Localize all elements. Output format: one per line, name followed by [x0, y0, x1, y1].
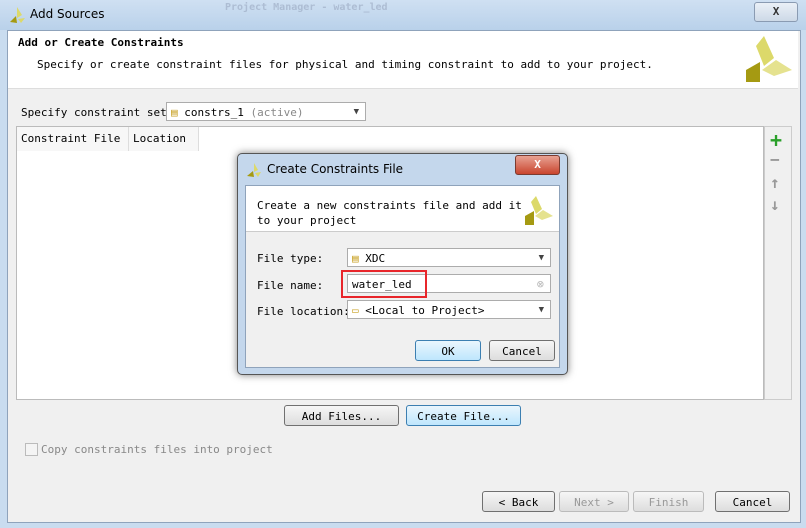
cancel-button[interactable]: Cancel [715, 491, 790, 512]
dialog-description-line1: Create a new constraints file and add it [257, 199, 522, 212]
clear-icon[interactable]: ⊗ [537, 275, 544, 294]
file-name-label: File name: [257, 279, 324, 292]
add-files-button[interactable]: Add Files... [284, 405, 399, 426]
vivado-logo-icon [10, 7, 25, 23]
constraint-set-value: constrs_1 [184, 106, 244, 119]
dialog-close-button[interactable]: X [515, 155, 560, 175]
copy-constraints-checkbox[interactable] [25, 443, 38, 456]
dialog-cancel-button[interactable]: Cancel [489, 340, 555, 361]
copy-constraints-label: Copy constraints files into project [41, 443, 273, 456]
chevron-down-icon: ▼ [353, 107, 359, 117]
next-button[interactable]: Next > [559, 491, 629, 512]
title-bar [0, 0, 806, 30]
page-subtitle: Specify or create constraint files for p… [37, 58, 653, 71]
vivado-logo-icon [247, 163, 261, 177]
create-constraints-dialog: Create Constraints File X Create a new c… [237, 153, 568, 375]
xilinx-logo-icon [746, 36, 792, 82]
finish-button[interactable]: Finish [633, 491, 704, 512]
remove-icon[interactable]: − [770, 150, 780, 169]
constraint-set-label: Specify constraint set: [21, 106, 174, 119]
folder-icon: ▭ [352, 304, 359, 317]
ok-button[interactable]: OK [415, 340, 481, 361]
move-up-icon[interactable]: ↑ [770, 173, 780, 192]
page-title: Add or Create Constraints [18, 36, 184, 49]
column-header-constraint-file[interactable]: Constraint File [17, 127, 129, 151]
chevron-down-icon: ▼ [538, 253, 544, 263]
window-title: Add Sources [30, 7, 105, 21]
dialog-description-line2: to your project [257, 214, 357, 227]
constraint-set-suffix: (active) [250, 106, 304, 119]
column-header-location[interactable]: Location [129, 127, 199, 151]
file-type-dropdown[interactable]: ▤ XDC ▼ [347, 248, 551, 267]
close-button[interactable]: X [754, 2, 798, 22]
constraint-set-dropdown[interactable]: ▤ constrs_1 (active) ▼ [166, 102, 366, 121]
file-location-label: File location: [257, 305, 350, 318]
file-type-label: File type: [257, 252, 324, 265]
back-button[interactable]: < Back [482, 491, 555, 512]
dialog-title: Create Constraints File [267, 162, 404, 176]
chevron-down-icon: ▼ [538, 305, 544, 315]
highlight-box [341, 270, 427, 298]
file-type-value: XDC [365, 252, 386, 265]
folder-icon: ▤ [171, 106, 178, 119]
file-location-dropdown[interactable]: ▭ <Local to Project> ▼ [347, 300, 551, 319]
xdc-file-icon: ▤ [352, 252, 359, 265]
file-location-value: <Local to Project> [365, 304, 485, 317]
add-icon[interactable]: + [770, 128, 782, 152]
xilinx-logo-icon [525, 196, 553, 225]
create-file-button[interactable]: Create File... [406, 405, 521, 426]
background-window-title: Project Manager - water_led [225, 2, 388, 13]
move-down-icon[interactable]: ↓ [770, 195, 780, 214]
